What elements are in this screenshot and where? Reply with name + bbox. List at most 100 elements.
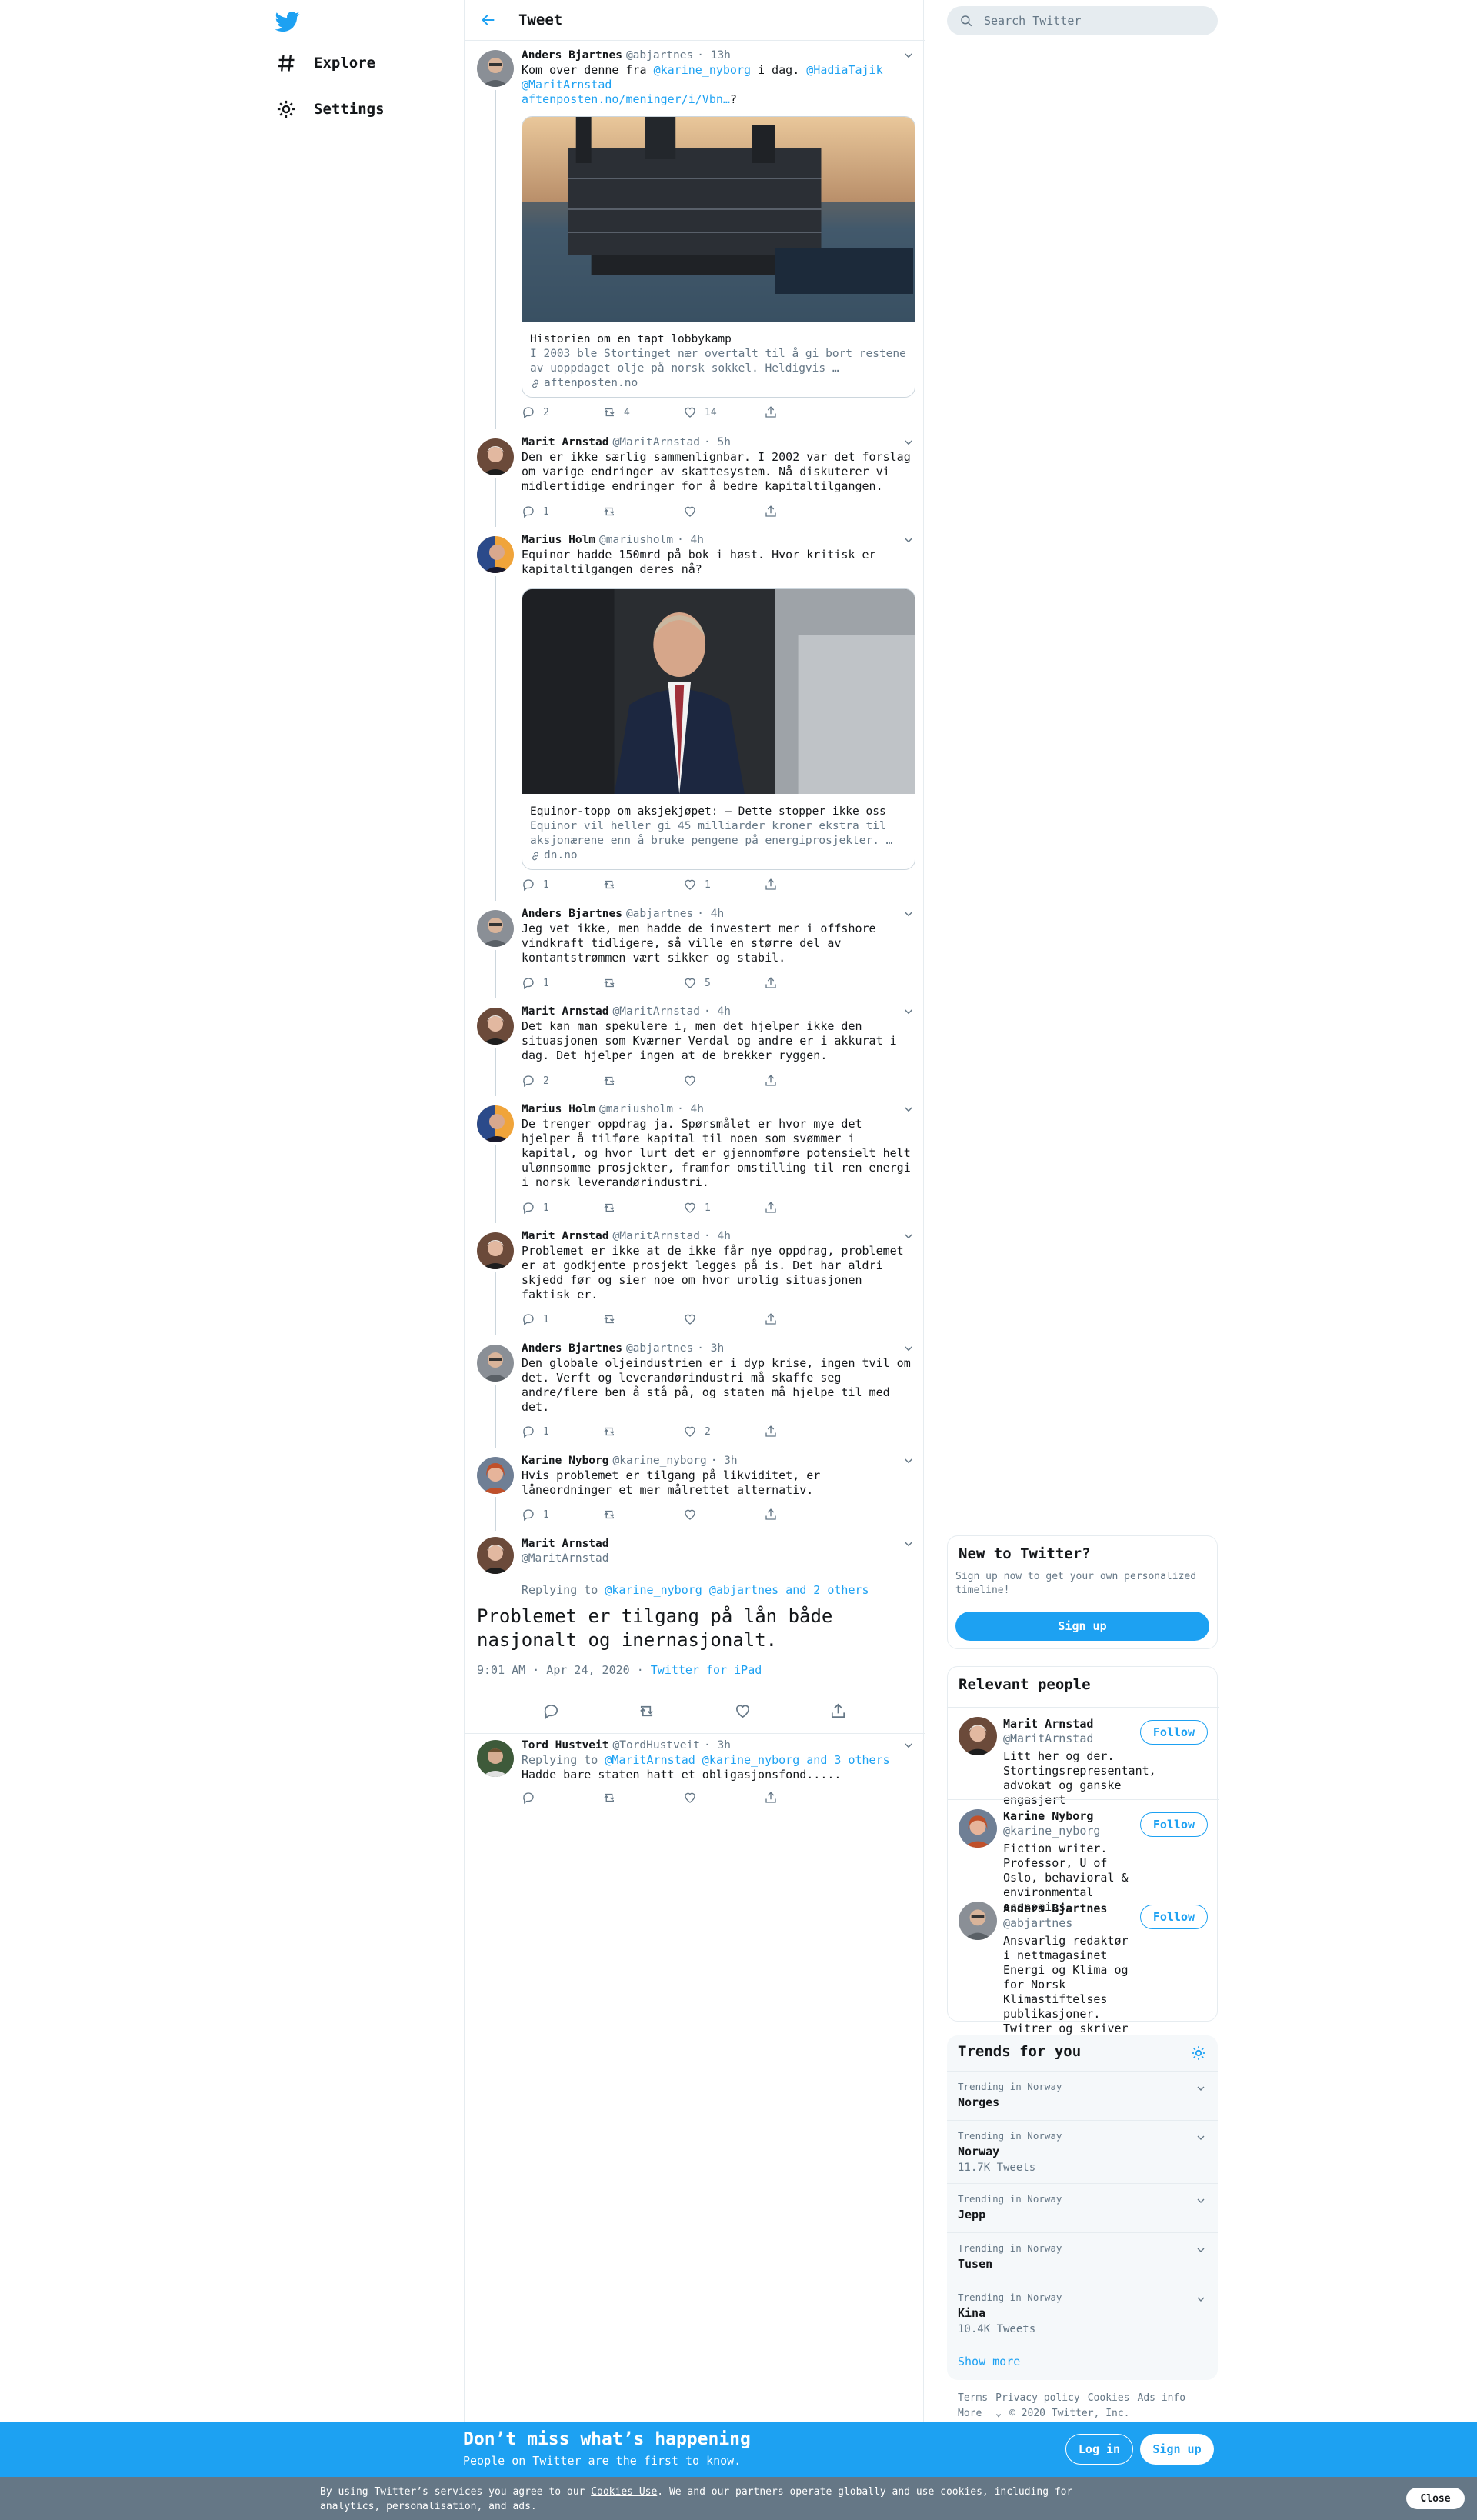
follow-button[interactable]: Follow [1140, 1905, 1208, 1929]
share-button[interactable] [764, 1201, 845, 1215]
like-button[interactable]: 1 [683, 1201, 764, 1215]
author-handle[interactable]: @mariusholm [599, 1102, 673, 1117]
footer-cookies-link[interactable]: Cookies [1088, 2392, 1130, 2404]
person-name[interactable]: Anders Bjartnes [1003, 1902, 1142, 1916]
close-button[interactable]: Close [1406, 2488, 1465, 2509]
chevron-down-icon[interactable] [1195, 2132, 1207, 2144]
tweet-time[interactable]: · 3h [704, 1738, 731, 1753]
avatar[interactable] [959, 1717, 997, 1755]
thread-tweet[interactable]: Marit Arnstad @MaritArnstad · 4h Problem… [465, 1223, 925, 1335]
thread-tweet[interactable]: Anders Bjartnes @abjartnes · 4h Jeg vet … [465, 901, 925, 998]
signup-button[interactable]: Sign up [955, 1612, 1209, 1641]
share-button[interactable] [764, 1074, 845, 1088]
retweet-button[interactable] [602, 1508, 683, 1522]
thread-tweet[interactable]: Karine Nyborg @karine_nyborg · 3h Hvis p… [465, 1448, 925, 1531]
reply-button[interactable]: 2 [522, 1074, 602, 1088]
thread-tweet[interactable]: Anders Bjartnes @abjartnes · 13h Kom ove… [465, 41, 925, 429]
author-handle[interactable]: @MaritArnstad [613, 1229, 701, 1244]
reply-tweet[interactable]: Tord Hustveit @TordHustveit · 3h Replyin… [465, 1732, 925, 1815]
chevron-down-icon[interactable] [902, 1229, 915, 1243]
like-button[interactable] [683, 505, 764, 518]
reply-button[interactable]: 1 [522, 1201, 602, 1215]
retweet-button[interactable] [602, 1201, 683, 1215]
share-button[interactable] [764, 1508, 845, 1522]
retweet-button[interactable]: 4 [602, 405, 683, 419]
share-button[interactable] [764, 878, 845, 892]
nav-explore[interactable]: Explore [275, 52, 375, 74]
person-handle[interactable]: @abjartnes [1003, 1916, 1142, 1931]
tweet-time[interactable]: · 3h [697, 1342, 724, 1356]
search-bar[interactable]: Search Twitter [947, 6, 1218, 35]
chevron-down-icon[interactable] [902, 1342, 915, 1355]
reply-button[interactable]: 1 [522, 976, 602, 990]
tweet-time[interactable]: · 4h [697, 907, 724, 922]
footer-privacy-link[interactable]: Privacy policy [995, 2392, 1080, 2404]
chevron-down-icon[interactable] [1195, 2195, 1207, 2207]
person-card[interactable]: Anders Bjartnes @abjartnes Ansvarlig red… [948, 1892, 1219, 2050]
chevron-down-icon[interactable] [902, 1005, 915, 1018]
retweet-icon[interactable] [638, 1702, 655, 1720]
retweet-button[interactable] [602, 1312, 683, 1326]
login-button[interactable]: Log in [1065, 2434, 1133, 2465]
author-name[interactable]: Marius Holm [522, 1102, 595, 1117]
chevron-down-icon[interactable] [1195, 2244, 1207, 2256]
reply-icon[interactable] [542, 1702, 560, 1720]
reply-button[interactable]: 1 [522, 878, 602, 892]
author-name[interactable]: Marit Arnstad [522, 1537, 915, 1552]
trend-item[interactable]: Trending in Norway Jepp [947, 2183, 1218, 2232]
author-handle[interactable]: @abjartnes [626, 1342, 693, 1356]
reply-button[interactable]: 1 [522, 505, 602, 518]
mention-link[interactable]: @HadiaTajik [806, 63, 882, 77]
cookies-use-link[interactable]: Cookies Use [591, 2486, 657, 2498]
avatar[interactable] [477, 1105, 514, 1142]
trend-item[interactable]: Trending in Norway Tusen [947, 2232, 1218, 2282]
reply-button[interactable]: 2 [522, 405, 602, 419]
thread-tweet[interactable]: Marius Holm @mariusholm · 4h Equinor had… [465, 527, 925, 901]
avatar[interactable] [959, 1902, 997, 1940]
gear-icon[interactable] [1190, 2045, 1207, 2062]
show-more-link[interactable]: Show more [947, 2345, 1218, 2380]
chevron-down-icon[interactable] [902, 907, 915, 921]
avatar[interactable] [959, 1809, 997, 1848]
retweet-button[interactable] [602, 505, 683, 518]
avatar[interactable] [477, 50, 514, 87]
author-handle[interactable]: @abjartnes [626, 48, 693, 63]
author-handle[interactable]: @mariusholm [599, 533, 673, 548]
avatar[interactable] [477, 1008, 514, 1045]
chevron-down-icon[interactable] [902, 1454, 915, 1468]
link-card[interactable]: Equinor-topp om aksjekjøpet: – Dette sto… [522, 588, 915, 870]
share-button[interactable] [764, 505, 845, 518]
avatar[interactable] [477, 536, 514, 573]
thread-tweet[interactable]: Marit Arnstad @MaritArnstad · 4h Det kan… [465, 998, 925, 1096]
footer-more-link[interactable]: More ⌄ [958, 2408, 1002, 2419]
author-name[interactable]: Anders Bjartnes [522, 48, 622, 63]
avatar[interactable] [477, 1740, 514, 1777]
like-button[interactable] [683, 1791, 764, 1805]
avatar[interactable] [477, 438, 514, 475]
share-button[interactable] [764, 1425, 845, 1438]
tweet-time[interactable]: · 13h [697, 48, 731, 63]
heart-icon[interactable] [734, 1702, 752, 1720]
person-name[interactable]: Marit Arnstad [1003, 1717, 1142, 1732]
nav-settings[interactable]: Settings [275, 98, 385, 120]
url-link[interactable]: aftenposten.no/meninger/i/Vbn… [522, 92, 730, 106]
author-name[interactable]: Anders Bjartnes [522, 907, 622, 922]
chevron-down-icon[interactable] [902, 533, 915, 547]
author-name[interactable]: Marit Arnstad [522, 435, 609, 450]
author-name[interactable]: Tord Hustveit [522, 1738, 609, 1753]
chevron-down-icon[interactable] [902, 48, 915, 62]
reply-button[interactable] [522, 1791, 602, 1805]
retweet-button[interactable] [602, 1425, 683, 1438]
footer-ads-link[interactable]: Ads info [1138, 2392, 1186, 2404]
follow-button[interactable]: Follow [1140, 1812, 1208, 1837]
author-handle[interactable]: @MaritArnstad [522, 1552, 915, 1566]
author-handle[interactable]: @TordHustveit [613, 1738, 701, 1753]
like-button[interactable] [683, 1074, 764, 1088]
thread-tweet[interactable]: Marius Holm @mariusholm · 4h De trenger … [465, 1096, 925, 1223]
tweet-time[interactable]: · 4h [677, 1102, 704, 1117]
chevron-down-icon[interactable] [902, 435, 915, 449]
signup-button[interactable]: Sign up [1140, 2434, 1214, 2465]
chevron-down-icon[interactable] [1195, 2293, 1207, 2305]
like-button[interactable]: 2 [683, 1425, 764, 1438]
reply-button[interactable]: 1 [522, 1425, 602, 1438]
